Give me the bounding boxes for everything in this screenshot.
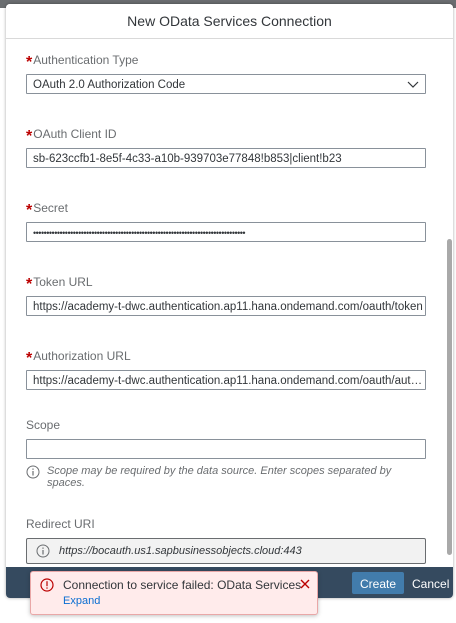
scope-input[interactable] bbox=[26, 439, 426, 459]
client-id-label: *OAuth Client ID bbox=[26, 127, 117, 145]
auth-type-field: *Authentication Type OAuth 2.0 Authoriza… bbox=[26, 52, 426, 94]
required-marker: * bbox=[26, 276, 33, 293]
create-button[interactable]: Create bbox=[352, 572, 405, 594]
secret-label: *Secret bbox=[26, 201, 68, 219]
token-url-field: *Token URL https://academy-t-dwc.authent… bbox=[26, 274, 426, 316]
info-icon bbox=[36, 544, 50, 558]
error-message: Connection to service failed: OData Serv… bbox=[63, 578, 302, 592]
scope-label: Scope bbox=[26, 418, 61, 432]
dialog-title: New OData Services Connection bbox=[127, 13, 332, 29]
token-url-input[interactable]: https://academy-t-dwc.authentication.ap1… bbox=[26, 296, 426, 316]
error-icon bbox=[40, 578, 54, 592]
secret-field: *Secret ••••••••••••••••••••••••••••••••… bbox=[26, 200, 426, 242]
redirect-uri-label: Redirect URI bbox=[26, 517, 95, 531]
chevron-down-icon[interactable] bbox=[407, 77, 419, 91]
required-marker: * bbox=[26, 202, 33, 219]
authorization-url-input[interactable]: https://academy-t-dwc.authentication.ap1… bbox=[26, 370, 426, 390]
dialog-header: New OData Services Connection bbox=[6, 4, 453, 39]
secret-input[interactable]: ••••••••••••••••••••••••••••••••••••••••… bbox=[26, 222, 426, 242]
auth-type-value: OAuth 2.0 Authorization Code bbox=[33, 79, 186, 91]
close-icon[interactable] bbox=[299, 578, 311, 590]
content-scrollbar[interactable] bbox=[446, 39, 453, 567]
info-icon bbox=[26, 465, 40, 479]
scope-hint-text: Scope may be required by the data source… bbox=[47, 465, 392, 489]
connection-dialog: New OData Services Connection *Authentic… bbox=[6, 4, 453, 598]
scope-hint: Scope may be required by the data source… bbox=[26, 465, 426, 489]
expand-link[interactable]: Expand bbox=[63, 594, 100, 608]
required-marker: * bbox=[26, 128, 33, 145]
auth-type-select[interactable]: OAuth 2.0 Authorization Code bbox=[26, 74, 426, 94]
required-marker: * bbox=[26, 350, 33, 367]
scope-field: Scope Scope may be required by the data … bbox=[26, 417, 426, 489]
redirect-uri-field: Redirect URI https://bocauth.us1.sapbusi… bbox=[26, 516, 426, 564]
scrollbar-thumb[interactable] bbox=[447, 239, 452, 555]
error-message-strip: Connection to service failed: OData Serv… bbox=[30, 571, 318, 615]
dialog-content[interactable]: *Authentication Type OAuth 2.0 Authoriza… bbox=[6, 39, 446, 567]
redirect-uri-value-box: https://bocauth.us1.sapbusinessobjects.c… bbox=[26, 538, 426, 564]
redirect-uri-value: https://bocauth.us1.sapbusinessobjects.c… bbox=[59, 545, 302, 557]
cancel-button[interactable]: Cancel bbox=[404, 572, 453, 594]
client-id-input[interactable]: sb-623ccfb1-8e5f-4c33-a10b-939703e77848!… bbox=[26, 148, 426, 168]
authorization-url-field: *Authorization URL https://academy-t-dwc… bbox=[26, 348, 426, 390]
authorization-url-label: *Authorization URL bbox=[26, 349, 131, 367]
token-url-label: *Token URL bbox=[26, 275, 93, 293]
required-marker: * bbox=[26, 54, 33, 71]
auth-type-label: *Authentication Type bbox=[26, 53, 139, 71]
client-id-field: *OAuth Client ID sb-623ccfb1-8e5f-4c33-a… bbox=[26, 126, 426, 168]
